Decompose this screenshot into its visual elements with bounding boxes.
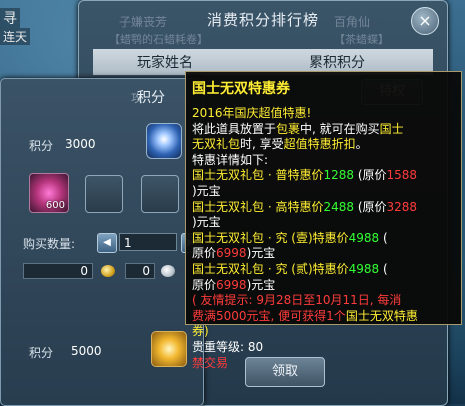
item-tooltip: 国士无双特惠券 2016年国庆超值特惠! 将此道具放置于包裹中, 就可在购买国士… (185, 71, 462, 370)
tooltip-line: 将此道具放置于包裹中, 就可在购买国士 (192, 121, 404, 136)
quantity-label: 购买数量: (23, 237, 76, 251)
tooltip-line: 无双礼包时, 享受超值特惠折扣。 (192, 137, 368, 152)
column-total-score: 累积积分 (309, 55, 365, 71)
gem-item-icon[interactable]: 600 (29, 173, 69, 213)
orb-item-icon[interactable] (146, 123, 182, 159)
tooltip-line: 贵重等级: 80 (192, 339, 264, 354)
tooltip-line: 原价6998)元宝 (192, 277, 276, 292)
decrease-quantity-button[interactable]: ◀ (97, 233, 117, 253)
bottom-score-label: 积分 (29, 346, 54, 360)
column-player-name: 玩家姓名 (137, 55, 193, 71)
tooltip-line: 国士无双礼包 · 高特惠价2488 (原价3288 (192, 199, 418, 214)
silver-coin-icon (161, 265, 175, 277)
silver-cost-value: 0 (125, 263, 155, 279)
ranking-title: 消费积分排行榜 (206, 11, 319, 29)
tooltip-line: 2016年国庆超值特惠! (192, 106, 312, 120)
exchange-title: 积分 (137, 90, 165, 106)
ghost-text: 【茶蜡蝶】 (334, 33, 389, 46)
background-label-1: 寻 (0, 8, 20, 28)
close-button[interactable]: × (411, 7, 439, 35)
tooltip-body: 2016年国庆超值特惠! 将此道具放置于包裹中, 就可在购买国士 无双礼包时, … (192, 106, 456, 371)
bottom-score-value: 5000 (71, 344, 102, 358)
score-label: 积分 (29, 139, 54, 153)
tooltip-line: ( 友情提示: 9月28日至10月11日, 每消 (192, 293, 402, 308)
background-label-2: 连天 (0, 28, 31, 45)
gold-cost-value: 0 (23, 263, 93, 279)
tooltip-line: )元宝 (192, 183, 221, 198)
tooltip-title: 国士无双特惠券 (192, 81, 290, 97)
empty-slot[interactable] (141, 175, 179, 213)
tooltip-line: 特惠详情如下: (192, 152, 269, 167)
tooltip-line: 国士无双礼包 · 究 (壹)特惠价4988 ( (192, 230, 388, 245)
exchange-window: 攻 积分 积分 3000 600 购买数量: ◀ 1 ▶ 0 0 积分 5000 (0, 78, 204, 406)
tooltip-line: 原价6998)元宝 (192, 246, 276, 261)
quantity-input[interactable]: 1 (119, 233, 177, 251)
tooltip-line: 禁交易 (192, 355, 229, 370)
item-count: 600 (45, 200, 65, 211)
tooltip-line: 国士无双礼包 · 究 (贰)特惠价4988 ( (192, 261, 388, 276)
score-value: 3000 (65, 137, 96, 151)
tooltip-line: )元宝 (192, 215, 221, 230)
fan-item-icon[interactable] (151, 331, 187, 367)
empty-slot[interactable] (85, 175, 123, 213)
ghost-text: 【蜡鹗的石蜡耗卷】 (109, 33, 208, 46)
gold-coin-icon (101, 265, 115, 277)
tooltip-line: 券) (192, 324, 209, 339)
tooltip-line: 国士无双礼包 · 普特惠价1288 (原价1588 (192, 168, 418, 183)
tooltip-line: 费满5000元宝, 便可获得1个国士无双特惠 (192, 308, 418, 323)
